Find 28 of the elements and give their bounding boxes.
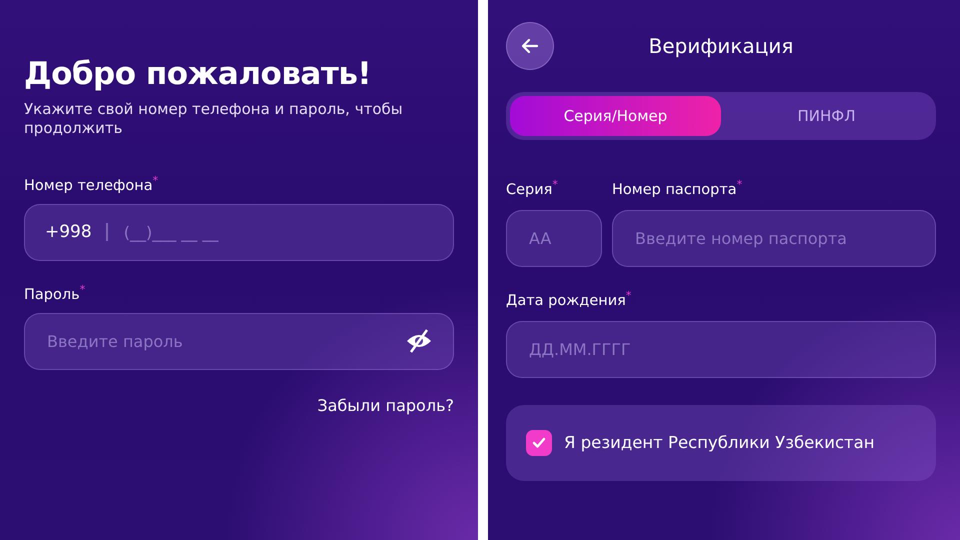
field-label: Номер паспорта$^{*}$ xyxy=(612,178,744,198)
field-label: Номер телефона$^{*}$ xyxy=(24,174,160,194)
arrow-left-icon xyxy=(521,37,539,55)
tab[interactable]: ПИНФЛ xyxy=(721,96,932,136)
input-field[interactable]: Введите пароль xyxy=(45,330,391,352)
input-field[interactable]: (__)___ __ __ xyxy=(122,222,433,243)
input-field[interactable]: Введите номер паспорта xyxy=(633,228,915,249)
password-field[interactable]: Введите пароль xyxy=(24,312,454,370)
series-field[interactable]: AA xyxy=(506,210,602,267)
checkbox[interactable] xyxy=(526,430,552,456)
field-label: Серия$^{*}$ xyxy=(506,178,559,198)
back-button[interactable] xyxy=(506,22,554,70)
phone-field[interactable]: +998 (__)___ __ __ xyxy=(24,204,454,261)
checkbox-label: Я резидент Республики Узбекистан xyxy=(564,433,875,452)
subtitle: Укажите свой номер телефона и пароль, чтобы продолжить xyxy=(24,100,404,138)
tab[interactable]: Серия/Номер xyxy=(510,96,721,136)
input-field[interactable]: ДД.ММ.ГГГГ xyxy=(527,338,915,360)
forgot-password-link[interactable]: Забыли пароль? xyxy=(317,396,454,415)
passport-number-field[interactable]: Введите номер паспорта xyxy=(612,210,936,267)
field-label: Пароль$^{*}$ xyxy=(24,282,86,303)
birth-date-field[interactable]: ДД.ММ.ГГГГ xyxy=(506,320,936,378)
checkmark-icon xyxy=(532,436,546,449)
input-field[interactable]: AA xyxy=(527,228,581,249)
screen-title: Верификация xyxy=(648,34,794,58)
welcome-title: Добро пожаловать! xyxy=(24,56,372,92)
eye-off-icon[interactable] xyxy=(405,328,433,354)
field-label: Дата рождения$^{*}$ xyxy=(506,288,632,309)
phone-prefix: +998 xyxy=(45,222,92,242)
